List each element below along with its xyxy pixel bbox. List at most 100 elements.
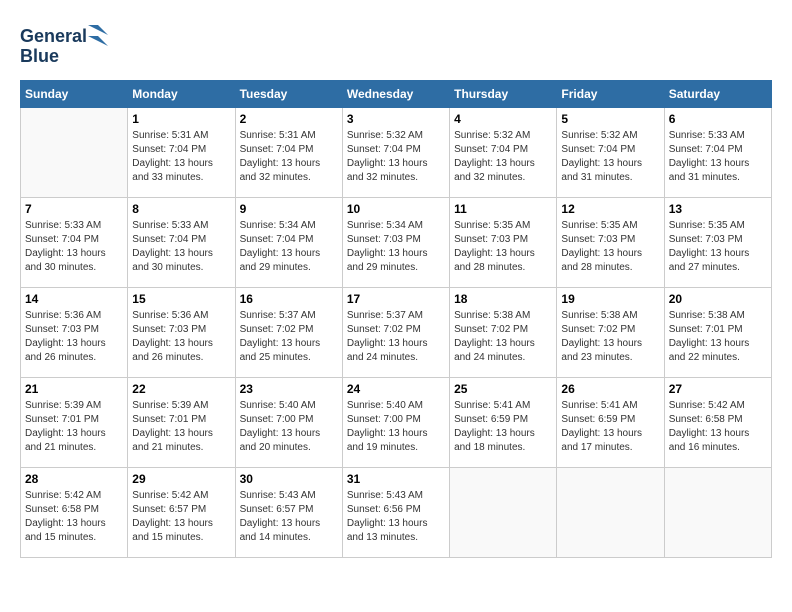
days-header-row: SundayMondayTuesdayWednesdayThursdayFrid…: [21, 81, 772, 108]
day-info: Sunrise: 5:32 AM Sunset: 7:04 PM Dayligh…: [454, 129, 552, 185]
day-number: 24: [347, 382, 445, 396]
day-info: Sunrise: 5:34 AM Sunset: 7:03 PM Dayligh…: [347, 219, 445, 275]
day-header-tuesday: Tuesday: [235, 81, 342, 108]
day-number: 27: [669, 382, 767, 396]
day-info: Sunrise: 5:35 AM Sunset: 7:03 PM Dayligh…: [454, 219, 552, 275]
calendar-cell: 21 Sunrise: 5:39 AM Sunset: 7:01 PM Dayli…: [21, 378, 128, 468]
day-number: 20: [669, 292, 767, 306]
calendar-cell: 27 Sunrise: 5:42 AM Sunset: 6:58 PM Dayli…: [664, 378, 771, 468]
day-number: 23: [240, 382, 338, 396]
calendar-cell: 31 Sunrise: 5:43 AM Sunset: 6:56 PM Dayli…: [342, 468, 449, 558]
calendar-cell: 6Sunrise: 5:33 AM Sunset: 7:04 PM Daylig…: [664, 108, 771, 198]
calendar-cell: 16 Sunrise: 5:37 AM Sunset: 7:02 PM Dayli…: [235, 288, 342, 378]
day-number: 14: [25, 292, 123, 306]
calendar-table: SundayMondayTuesdayWednesdayThursdayFrid…: [20, 80, 772, 558]
day-info: Sunrise: 5:31 AM Sunset: 7:04 PM Dayligh…: [240, 129, 338, 185]
day-info: Sunrise: 5:38 AM Sunset: 7:02 PM Dayligh…: [561, 309, 659, 365]
calendar-cell: 15Sunrise: 5:36 AM Sunset: 7:03 PM Dayli…: [128, 288, 235, 378]
day-info: Sunrise: 5:43 AM Sunset: 6:56 PM Dayligh…: [347, 489, 445, 545]
day-number: 28: [25, 472, 123, 486]
calendar-cell: 23 Sunrise: 5:40 AM Sunset: 7:00 PM Dayli…: [235, 378, 342, 468]
day-info: Sunrise: 5:40 AM Sunset: 7:00 PM Dayligh…: [347, 399, 445, 455]
week-row-3: 14 Sunrise: 5:36 AM Sunset: 7:03 PM Dayli…: [21, 288, 772, 378]
day-number: 5: [561, 112, 659, 126]
day-number: 2: [240, 112, 338, 126]
day-info: Sunrise: 5:32 AM Sunset: 7:04 PM Dayligh…: [347, 129, 445, 185]
calendar-cell: 12Sunrise: 5:35 AM Sunset: 7:03 PM Dayli…: [557, 198, 664, 288]
calendar-cell: 20Sunrise: 5:38 AM Sunset: 7:01 PM Dayli…: [664, 288, 771, 378]
calendar-cell: 14 Sunrise: 5:36 AM Sunset: 7:03 PM Dayli…: [21, 288, 128, 378]
day-number: 19: [561, 292, 659, 306]
week-row-4: 21 Sunrise: 5:39 AM Sunset: 7:01 PM Dayli…: [21, 378, 772, 468]
day-number: 16: [240, 292, 338, 306]
calendar-cell: 5 Sunrise: 5:32 AM Sunset: 7:04 PM Daylig…: [557, 108, 664, 198]
day-number: 7: [25, 202, 123, 216]
day-number: 1: [132, 112, 230, 126]
calendar-cell: [557, 468, 664, 558]
calendar-cell: 10Sunrise: 5:34 AM Sunset: 7:03 PM Dayli…: [342, 198, 449, 288]
calendar-cell: 28 Sunrise: 5:42 AM Sunset: 6:58 PM Dayli…: [21, 468, 128, 558]
day-header-thursday: Thursday: [450, 81, 557, 108]
day-info: Sunrise: 5:41 AM Sunset: 6:59 PM Dayligh…: [454, 399, 552, 455]
day-number: 15: [132, 292, 230, 306]
day-number: 13: [669, 202, 767, 216]
week-row-1: 1 Sunrise: 5:31 AM Sunset: 7:04 PM Daylig…: [21, 108, 772, 198]
day-info: Sunrise: 5:42 AM Sunset: 6:58 PM Dayligh…: [25, 489, 123, 545]
day-info: Sunrise: 5:33 AM Sunset: 7:04 PM Dayligh…: [25, 219, 123, 275]
day-number: 31: [347, 472, 445, 486]
calendar-cell: 4 Sunrise: 5:32 AM Sunset: 7:04 PM Daylig…: [450, 108, 557, 198]
day-info: Sunrise: 5:33 AM Sunset: 7:04 PM Dayligh…: [669, 129, 767, 185]
day-info: Sunrise: 5:35 AM Sunset: 7:03 PM Dayligh…: [561, 219, 659, 275]
calendar-cell: 3 Sunrise: 5:32 AM Sunset: 7:04 PM Daylig…: [342, 108, 449, 198]
day-number: 26: [561, 382, 659, 396]
svg-text:Blue: Blue: [20, 46, 59, 66]
calendar-cell: [21, 108, 128, 198]
day-info: Sunrise: 5:36 AM Sunset: 7:03 PM Dayligh…: [25, 309, 123, 365]
day-info: Sunrise: 5:37 AM Sunset: 7:02 PM Dayligh…: [347, 309, 445, 365]
day-info: Sunrise: 5:37 AM Sunset: 7:02 PM Dayligh…: [240, 309, 338, 365]
calendar-cell: 24 Sunrise: 5:40 AM Sunset: 7:00 PM Dayli…: [342, 378, 449, 468]
day-info: Sunrise: 5:39 AM Sunset: 7:01 PM Dayligh…: [132, 399, 230, 455]
day-info: Sunrise: 5:39 AM Sunset: 7:01 PM Dayligh…: [25, 399, 123, 455]
day-header-sunday: Sunday: [21, 81, 128, 108]
calendar-cell: 30 Sunrise: 5:43 AM Sunset: 6:57 PM Dayli…: [235, 468, 342, 558]
calendar-cell: 2 Sunrise: 5:31 AM Sunset: 7:04 PM Daylig…: [235, 108, 342, 198]
day-header-saturday: Saturday: [664, 81, 771, 108]
calendar-cell: 25 Sunrise: 5:41 AM Sunset: 6:59 PM Dayli…: [450, 378, 557, 468]
day-number: 4: [454, 112, 552, 126]
day-info: Sunrise: 5:35 AM Sunset: 7:03 PM Dayligh…: [669, 219, 767, 275]
day-number: 30: [240, 472, 338, 486]
day-info: Sunrise: 5:43 AM Sunset: 6:57 PM Dayligh…: [240, 489, 338, 545]
day-number: 11: [454, 202, 552, 216]
day-number: 9: [240, 202, 338, 216]
day-number: 25: [454, 382, 552, 396]
calendar-cell: 1 Sunrise: 5:31 AM Sunset: 7:04 PM Daylig…: [128, 108, 235, 198]
svg-text:General: General: [20, 26, 87, 46]
day-number: 18: [454, 292, 552, 306]
calendar-cell: 18Sunrise: 5:38 AM Sunset: 7:02 PM Dayli…: [450, 288, 557, 378]
page-header: GeneralBlue: [20, 20, 772, 70]
calendar-cell: 13 Sunrise: 5:35 AM Sunset: 7:03 PM Dayli…: [664, 198, 771, 288]
day-header-wednesday: Wednesday: [342, 81, 449, 108]
logo: GeneralBlue: [20, 20, 110, 70]
day-info: Sunrise: 5:31 AM Sunset: 7:04 PM Dayligh…: [132, 129, 230, 185]
week-row-2: 7 Sunrise: 5:33 AM Sunset: 7:04 PM Daylig…: [21, 198, 772, 288]
calendar-cell: 19 Sunrise: 5:38 AM Sunset: 7:02 PM Dayli…: [557, 288, 664, 378]
day-info: Sunrise: 5:42 AM Sunset: 6:58 PM Dayligh…: [669, 399, 767, 455]
day-number: 8: [132, 202, 230, 216]
day-info: Sunrise: 5:34 AM Sunset: 7:04 PM Dayligh…: [240, 219, 338, 275]
calendar-cell: 17Sunrise: 5:37 AM Sunset: 7:02 PM Dayli…: [342, 288, 449, 378]
calendar-cell: 11 Sunrise: 5:35 AM Sunset: 7:03 PM Dayli…: [450, 198, 557, 288]
day-header-monday: Monday: [128, 81, 235, 108]
calendar-cell: 26Sunrise: 5:41 AM Sunset: 6:59 PM Dayli…: [557, 378, 664, 468]
day-number: 3: [347, 112, 445, 126]
calendar-cell: 29Sunrise: 5:42 AM Sunset: 6:57 PM Dayli…: [128, 468, 235, 558]
day-info: Sunrise: 5:40 AM Sunset: 7:00 PM Dayligh…: [240, 399, 338, 455]
calendar-cell: 8Sunrise: 5:33 AM Sunset: 7:04 PM Daylig…: [128, 198, 235, 288]
day-info: Sunrise: 5:32 AM Sunset: 7:04 PM Dayligh…: [561, 129, 659, 185]
calendar-cell: [664, 468, 771, 558]
day-info: Sunrise: 5:42 AM Sunset: 6:57 PM Dayligh…: [132, 489, 230, 545]
calendar-cell: 7 Sunrise: 5:33 AM Sunset: 7:04 PM Daylig…: [21, 198, 128, 288]
day-number: 21: [25, 382, 123, 396]
week-row-5: 28 Sunrise: 5:42 AM Sunset: 6:58 PM Dayli…: [21, 468, 772, 558]
